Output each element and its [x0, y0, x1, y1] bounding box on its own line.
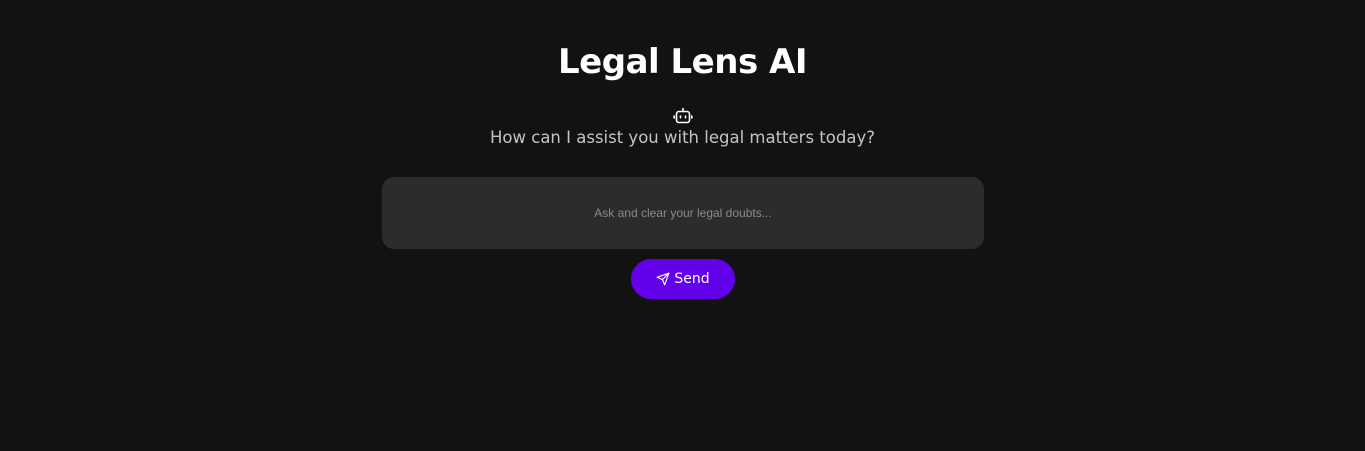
send-button[interactable]: Send — [631, 259, 735, 299]
chat-page: Legal Lens AI How can I assist you with … — [0, 0, 1365, 451]
page-title: Legal Lens AI — [558, 42, 807, 82]
robot-icon — [673, 107, 693, 125]
page-subtitle: How can I assist you with legal matters … — [490, 128, 875, 147]
legal-query-input[interactable] — [382, 177, 984, 249]
send-icon — [656, 272, 670, 286]
send-button-label: Send — [674, 271, 710, 287]
